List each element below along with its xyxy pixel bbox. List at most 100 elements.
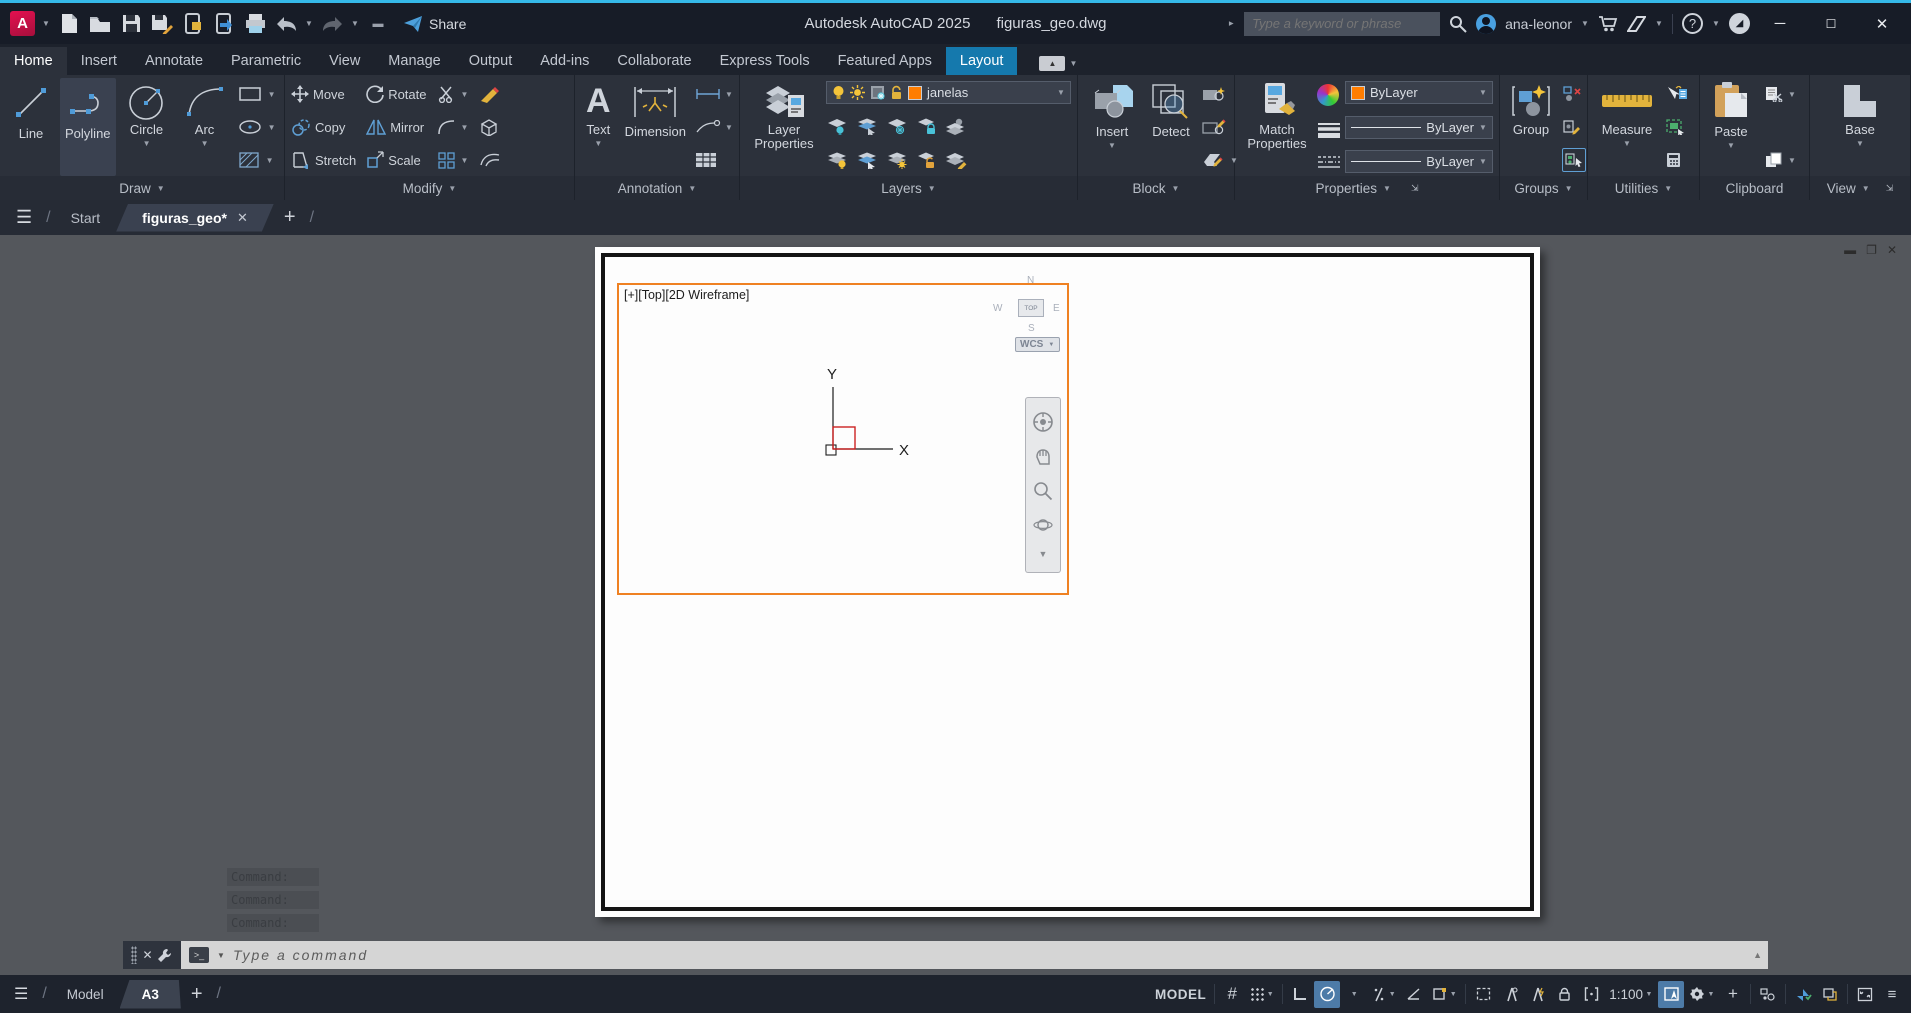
annotation-monitor-icon[interactable]: [1578, 981, 1604, 1008]
new-drawing-tab-button[interactable]: +: [276, 206, 304, 229]
tab-express-tools[interactable]: Express Tools: [706, 47, 824, 75]
ungroup-icon[interactable]: [1562, 82, 1586, 106]
command-prompt-icon[interactable]: >_: [189, 947, 209, 963]
copy-clip-icon[interactable]: ▼: [1764, 148, 1796, 172]
copy-button[interactable]: Copy: [291, 115, 356, 139]
full-navigation-wheel-icon[interactable]: [1032, 411, 1054, 433]
annotation-autoscale-icon[interactable]: [1524, 981, 1550, 1008]
color-wheel-icon[interactable]: [1317, 84, 1339, 106]
tab-addins[interactable]: Add-ins: [526, 47, 603, 75]
viewcube-top-face[interactable]: TOP: [1018, 299, 1044, 317]
layer-unlock-icon[interactable]: [890, 85, 903, 100]
quick-calculator-icon[interactable]: [1666, 148, 1688, 172]
viewcube-west[interactable]: W: [993, 303, 1002, 314]
quick-select-icon[interactable]: [1666, 82, 1688, 106]
help-icon[interactable]: ?: [1682, 13, 1703, 34]
open-file-icon[interactable]: [88, 12, 112, 36]
scale-button[interactable]: Scale: [366, 148, 426, 172]
linear-dimension-icon[interactable]: ▼: [695, 82, 733, 106]
leader-icon[interactable]: ▼: [695, 115, 733, 139]
viewport-scale-sync-icon[interactable]: [1658, 981, 1684, 1008]
ribbon-collapse-caret-icon[interactable]: ▼: [1069, 59, 1077, 68]
maximize-button[interactable]: ☐: [1810, 9, 1852, 39]
edit-attributes-icon[interactable]: [1202, 115, 1238, 139]
wcs-menu[interactable]: WCS▼: [1015, 337, 1060, 352]
dimension-button[interactable]: Dimension: [620, 78, 691, 176]
trim-button[interactable]: ▼: [437, 82, 469, 106]
insert-block-button[interactable]: Insert ▼: [1084, 78, 1140, 176]
hatch-tool-icon[interactable]: ▼: [238, 148, 276, 172]
selection-cycling-icon[interactable]: [1470, 981, 1496, 1008]
app-store-cart-icon[interactable]: [1598, 15, 1618, 33]
viewcube[interactable]: N W TOP E S WCS▼: [991, 275, 1071, 385]
file-tab-start[interactable]: Start: [57, 204, 115, 232]
mirror-button[interactable]: Mirror: [366, 115, 426, 139]
cut-icon[interactable]: ▼: [1764, 82, 1796, 106]
polyline-button[interactable]: Polyline: [60, 78, 116, 176]
tab-view[interactable]: View: [315, 47, 374, 75]
orbit-icon[interactable]: [1033, 515, 1053, 535]
rotate-button[interactable]: Rotate: [366, 82, 426, 106]
measure-button[interactable]: Measure ▼: [1594, 78, 1660, 176]
undo-icon[interactable]: [274, 12, 298, 36]
layer-unlock-all-icon[interactable]: [916, 152, 938, 169]
table-icon[interactable]: [695, 148, 733, 172]
layer-dropdown[interactable]: janelas ▼: [826, 81, 1071, 104]
ui-lock-icon[interactable]: [1551, 981, 1577, 1008]
match-properties-button[interactable]: MatchProperties: [1241, 78, 1313, 176]
zoom-icon[interactable]: [1033, 481, 1053, 501]
viewport-scale-button[interactable]: 1:100▼: [1605, 981, 1657, 1008]
ribbon-collapse-control[interactable]: ▲▼: [1039, 56, 1077, 71]
layout-tabs-menu-icon[interactable]: ☰: [6, 984, 36, 1004]
grip-dots-icon[interactable]: [131, 946, 137, 964]
layer-freeze-icon[interactable]: [886, 118, 910, 135]
line-button[interactable]: Line: [6, 78, 56, 176]
snap-toggle-icon[interactable]: ▼: [1246, 981, 1278, 1008]
detect-button[interactable]: Detect: [1144, 78, 1198, 176]
ortho-toggle-icon[interactable]: [1287, 981, 1313, 1008]
viewcube-east[interactable]: E: [1053, 303, 1060, 314]
command-recent-caret-icon[interactable]: ▼: [217, 951, 225, 960]
paste-caret-icon[interactable]: ▼: [1727, 141, 1735, 150]
save-to-web-mobile-icon[interactable]: [212, 12, 236, 36]
panel-label-utilities[interactable]: Utilities▼: [1588, 176, 1699, 200]
annotation-visibility-icon[interactable]: [1497, 981, 1523, 1008]
block-editor-icon[interactable]: ▼: [1202, 148, 1238, 172]
tab-insert[interactable]: Insert: [67, 47, 131, 75]
autodesk-logo-icon[interactable]: [1627, 16, 1646, 32]
layer-off-icon[interactable]: [826, 118, 850, 135]
linetype-dropdown[interactable]: ByLayer ▼: [1345, 150, 1493, 173]
paste-button[interactable]: Paste ▼: [1706, 78, 1756, 176]
panel-label-clipboard[interactable]: Clipboard: [1700, 176, 1809, 200]
isolate-layers-icon[interactable]: [1817, 981, 1843, 1008]
tab-featured-apps[interactable]: Featured Apps: [824, 47, 946, 75]
copy-clip-caret-icon[interactable]: ▼: [1788, 156, 1796, 165]
layer-vp-freeze-icon[interactable]: [870, 85, 885, 100]
layer-freeze-sun-icon[interactable]: [886, 152, 910, 169]
feedback-icon[interactable]: ◢: [1729, 13, 1750, 34]
qat-customize-icon[interactable]: ▬: [366, 12, 390, 36]
circle-caret-icon[interactable]: ▼: [143, 139, 151, 148]
create-block-icon[interactable]: [1202, 82, 1238, 106]
command-customize-wrench-icon[interactable]: [157, 948, 172, 963]
insert-caret-icon[interactable]: ▼: [1108, 141, 1116, 150]
base-button[interactable]: Base ▼: [1833, 78, 1887, 176]
view-dialog-launcher-icon[interactable]: ⇲: [1886, 183, 1894, 194]
layer-on-all-icon[interactable]: [826, 152, 850, 169]
user-menu-caret-icon[interactable]: ▼: [1581, 19, 1589, 28]
share-button[interactable]: Share: [403, 15, 466, 33]
base-caret-icon[interactable]: ▼: [1856, 139, 1864, 148]
arc-button[interactable]: Arc ▼: [178, 78, 232, 176]
file-tabs-menu-icon[interactable]: ☰: [8, 207, 40, 228]
tab-manage[interactable]: Manage: [374, 47, 454, 75]
minimize-button[interactable]: ─: [1759, 9, 1801, 39]
file-tab-active-doc[interactable]: figuras_geo* ✕: [116, 204, 274, 232]
undo-caret-icon[interactable]: ▼: [305, 19, 313, 28]
layer-dropdown-caret-icon[interactable]: ▼: [1057, 88, 1065, 97]
explode-button[interactable]: [479, 115, 501, 139]
move-button[interactable]: Move: [291, 82, 356, 106]
search-input[interactable]: [1244, 12, 1440, 36]
panel-label-properties[interactable]: Properties▼⇲: [1235, 176, 1499, 200]
autodesk-caret-icon[interactable]: ▼: [1655, 19, 1663, 28]
circle-button[interactable]: Circle ▼: [120, 78, 174, 176]
